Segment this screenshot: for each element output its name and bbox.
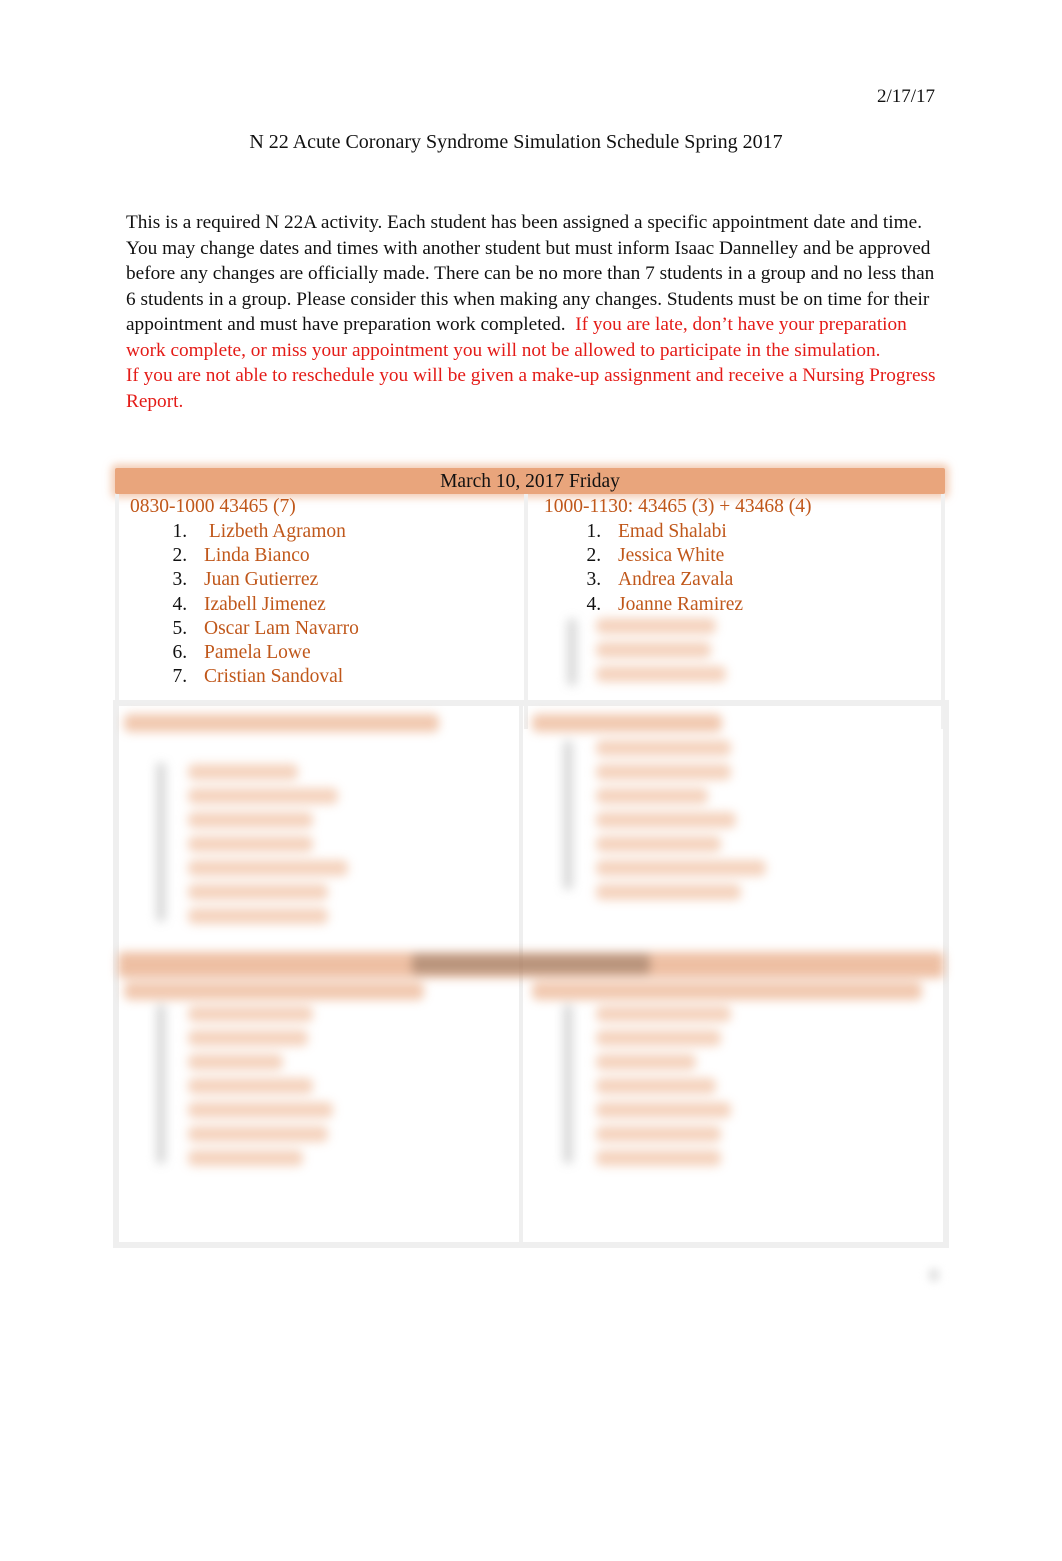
list-item: Joanne Ramirez (606, 593, 929, 617)
slot-cell: 0830-1000 43465 (7) Lizbeth Agramon Lind… (119, 494, 524, 729)
slot-label: 1000-1130: 43465 (3) + 43468 (4) (544, 496, 812, 517)
schedule-table: March 10, 2017 Friday 0830-1000 43465 (7… (115, 468, 945, 729)
list-item: Jessica White (606, 544, 929, 568)
student-list: Emad Shalabi Jessica White Andrea Zavala… (544, 520, 929, 617)
student-list: Lizbeth Agramon Linda Bianco Juan Gutier… (130, 520, 524, 689)
day-header: March 10, 2017 Friday (115, 468, 945, 494)
list-item: Cristian Sandoval (192, 665, 524, 689)
list-item: Linda Bianco (192, 544, 524, 568)
slot-label: 0830-1000 43465 (7) (130, 496, 296, 517)
schedule-row: 0830-1000 43465 (7) Lizbeth Agramon Lind… (115, 494, 945, 729)
document-title: N 22 Acute Coronary Syndrome Simulation … (249, 131, 783, 153)
list-item: Emad Shalabi (606, 520, 929, 544)
list-item: Oscar Lam Navarro (192, 617, 524, 641)
list-item: Juan Gutierrez (192, 568, 524, 592)
document-date: 2/17/17 (876, 86, 935, 107)
intro-paragraph: This is a required N 22A activity. Each … (126, 210, 941, 414)
list-item: Pamela Lowe (192, 641, 524, 665)
list-item: Lizbeth Agramon (192, 520, 524, 544)
page-number (928, 1268, 940, 1282)
warning-text-reschedule: If you are not able to reschedule you wi… (126, 365, 936, 412)
slot-cell: 1000-1130: 43465 (3) + 43468 (4) Emad Sh… (524, 494, 929, 729)
list-item: Andrea Zavala (606, 568, 929, 592)
list-item: Izabell Jimenez (192, 593, 524, 617)
